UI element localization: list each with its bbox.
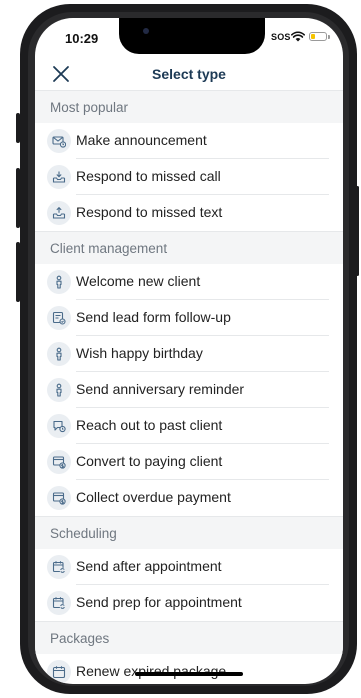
list-item[interactable]: Send after appointment — [35, 549, 343, 585]
list-item[interactable]: Convert to paying client — [35, 444, 343, 480]
inbox-download-icon — [47, 165, 71, 189]
list-item-label: Convert to paying client — [76, 453, 223, 469]
list-item-label: Wish happy birthday — [76, 345, 203, 361]
person-icon — [47, 270, 71, 294]
list-item-label: Send prep for appointment — [76, 594, 242, 610]
battery-tip — [328, 35, 330, 39]
page-title: Select type — [152, 66, 226, 82]
form-check-icon — [47, 306, 71, 330]
person-icon — [47, 342, 71, 366]
list-item-label: Reach out to past client — [76, 417, 223, 433]
list-item-label: Renew expired package — [76, 663, 227, 679]
battery-icon — [309, 32, 327, 41]
header: Select type — [35, 60, 343, 90]
card-dollar-icon — [47, 450, 71, 474]
list-item-label: Send after appointment — [76, 558, 222, 574]
list-item[interactable]: Send anniversary reminder — [35, 372, 343, 408]
list-item[interactable]: Wish happy birthday — [35, 336, 343, 372]
list-item-label: Collect overdue payment — [76, 489, 231, 505]
list-item[interactable]: Welcome new client — [35, 264, 343, 300]
list-item-label: Respond to missed text — [76, 204, 223, 220]
section-header: Most popular — [35, 90, 343, 123]
calendar-refresh-icon — [47, 591, 71, 615]
wifi-icon — [291, 31, 305, 42]
list-item[interactable]: Renew expired package — [35, 654, 343, 684]
person-icon — [47, 378, 71, 402]
inbox-upload-icon — [47, 201, 71, 225]
status-time: 10:29 — [65, 31, 99, 46]
list-item[interactable]: Reach out to past client — [35, 408, 343, 444]
calendar-icon — [47, 660, 71, 684]
battery-level — [311, 34, 315, 39]
list-item-label: Send anniversary reminder — [76, 381, 245, 397]
list-item[interactable]: Send lead form follow-up — [35, 300, 343, 336]
sos-indicator: SOS — [271, 32, 291, 42]
camera-icon — [143, 28, 149, 34]
card-dollar-icon — [47, 486, 71, 510]
list-item[interactable]: Make announcement — [35, 123, 343, 159]
status-bar: 10:29 SOS — [35, 18, 343, 60]
volume-up-button — [16, 168, 20, 228]
list-item-label: Welcome new client — [76, 273, 201, 289]
calendar-refresh-icon — [47, 555, 71, 579]
volume-down-button — [16, 242, 20, 302]
power-button — [356, 186, 359, 276]
type-list: Most popular Make announcement Respond to … — [35, 90, 343, 684]
home-indicator[interactable] — [135, 672, 243, 676]
list-item-label: Respond to missed call — [76, 168, 221, 184]
list-item[interactable]: Respond to missed text — [35, 195, 343, 231]
screen: 10:29 SOS Select type Most popular Make a… — [35, 18, 343, 684]
dynamic-island — [119, 18, 265, 54]
section-header: Client management — [35, 231, 343, 264]
list-item[interactable]: Collect overdue payment — [35, 480, 343, 516]
chat-clock-icon — [47, 414, 71, 438]
list-item-label: Make announcement — [76, 132, 207, 148]
list-item[interactable]: Send prep for appointment — [35, 585, 343, 621]
list-item-label: Send lead form follow-up — [76, 309, 231, 325]
silent-switch — [16, 113, 20, 143]
envelope-clock-icon — [47, 129, 71, 153]
section-header: Packages — [35, 621, 343, 654]
section-header: Scheduling — [35, 516, 343, 549]
list-item[interactable]: Respond to missed call — [35, 159, 343, 195]
